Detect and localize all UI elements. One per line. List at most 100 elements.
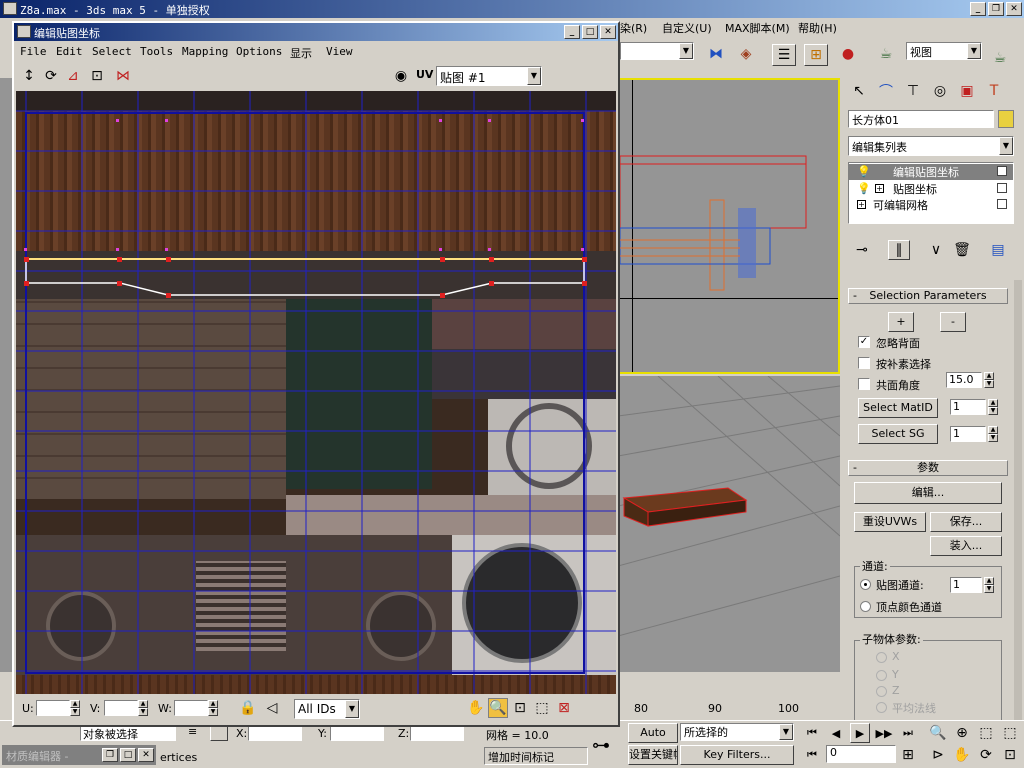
set-key-button[interactable]: 设置关键帧 (628, 745, 678, 765)
grow-selection-button[interactable]: + (888, 312, 914, 332)
zoom-extents-all-icon[interactable]: ⬚ (1000, 723, 1020, 743)
uv-menu-edit[interactable]: Edit (56, 45, 83, 58)
zoom-icon[interactable]: 🔍 (928, 723, 948, 743)
y-radio[interactable] (876, 670, 887, 681)
play-icon[interactable]: ▶ (850, 723, 870, 743)
uv-canvas[interactable] (16, 91, 616, 694)
render-viewport-dropdown[interactable]: 视图 ▼ (906, 42, 982, 60)
configure-sets-icon[interactable]: ▤ (988, 240, 1008, 260)
key-mode-icon[interactable]: ⏮ (802, 745, 822, 765)
checker-icon[interactable]: ◉ (390, 65, 412, 87)
ignore-backface-checkbox[interactable]: ✓ (858, 336, 870, 348)
track-view-icon[interactable]: ☰ (772, 44, 796, 66)
pan-icon[interactable]: ✋ (952, 745, 972, 765)
maximize-button[interactable]: □ (120, 748, 136, 762)
z-coord-input[interactable] (410, 725, 464, 741)
add-time-tag[interactable]: 增加时间标记 (484, 747, 588, 765)
vertex-color-radio[interactable] (860, 601, 871, 612)
modifier-list-dropdown[interactable]: 编辑集列表 ▼ (848, 136, 1014, 156)
goto-start-icon[interactable]: ⏮ (802, 723, 822, 743)
key-filters-button[interactable]: Key Filters... (680, 745, 794, 765)
lock-selection-icon[interactable]: 🔒 (238, 698, 258, 718)
display-tab-icon[interactable]: ▣ (956, 80, 978, 102)
x-radio[interactable] (876, 652, 887, 663)
w-spinner[interactable]: ▲ ▼ (208, 700, 218, 716)
sg-input[interactable]: 1 (950, 426, 986, 442)
uv-menu-view[interactable]: View (326, 45, 353, 58)
stack-item-editable-mesh[interactable]: 可编辑网格 + (849, 197, 1013, 213)
x-coord-input[interactable] (248, 725, 302, 741)
render-scene-icon[interactable]: ☕ (874, 42, 898, 66)
move-icon[interactable]: ↕ (18, 65, 40, 87)
u-spinner[interactable]: ▲ ▼ (70, 700, 80, 716)
material-editor-icon[interactable]: ● (836, 42, 860, 66)
minimize-button[interactable]: _ (564, 25, 580, 39)
expand-icon[interactable]: + (875, 184, 884, 193)
z-radio[interactable] (876, 686, 887, 697)
close-button[interactable]: ✕ (1006, 2, 1022, 16)
uv-menu-file[interactable]: File (20, 45, 47, 58)
planar-angle-spinner[interactable]: ▲ ▼ (984, 372, 994, 388)
reset-uvws-button[interactable]: 重设UVWs (854, 512, 926, 532)
y-coord-input[interactable] (330, 725, 384, 741)
map-dropdown[interactable]: 贴图 #1 ▼ (436, 66, 542, 86)
mirror-icon[interactable]: ⋈ (112, 65, 134, 87)
close-button[interactable]: ✕ (600, 25, 616, 39)
expand-icon[interactable]: + (857, 200, 866, 209)
schematic-view-icon[interactable]: ⊞ (804, 44, 828, 66)
load-button[interactable]: 装入... (930, 536, 1002, 556)
current-frame-input[interactable]: 0 (826, 745, 896, 763)
orbit-icon[interactable]: ⟳ (976, 745, 996, 765)
params-rollout[interactable]: - 参数 (848, 460, 1008, 476)
remove-modifier-icon[interactable]: 🗑 (952, 240, 972, 260)
rotate-icon[interactable]: ⟳ (40, 65, 62, 87)
zoom-region-icon[interactable]: ⊡ (510, 698, 530, 718)
map-channel-input[interactable]: 1 (950, 577, 982, 593)
freeform-icon[interactable]: ⊡ (86, 65, 108, 87)
select-by-element-checkbox[interactable] (858, 357, 870, 369)
fov-icon[interactable]: ⊳ (928, 745, 948, 765)
material-editor-minimized[interactable]: 材质编辑器 - ❐ □ ✕ (2, 745, 156, 765)
stack-item-unwrap[interactable]: 编辑贴图坐标 💡 (849, 164, 1013, 180)
prev-frame-icon[interactable]: ◀ (826, 723, 846, 743)
menu-maxscript[interactable]: MAX脚本(M) (725, 20, 790, 36)
align-icon[interactable]: ◈ (734, 42, 758, 66)
save-button[interactable]: 保存... (930, 512, 1002, 532)
v-input[interactable] (104, 700, 138, 716)
restore-button[interactable]: ❐ (988, 2, 1004, 16)
average-radio[interactable] (876, 702, 887, 713)
absolute-mode-icon[interactable] (210, 725, 228, 741)
key-selection-dropdown[interactable]: 所选择的 ▼ (680, 723, 794, 741)
uv-menu-tools[interactable]: Tools (140, 45, 173, 58)
planar-angle-input[interactable]: 15.0 (946, 372, 982, 388)
uv-menu-display[interactable]: 显示 (290, 45, 312, 61)
v-spinner[interactable]: ▲ ▼ (138, 700, 148, 716)
shrink-selection-button[interactable]: - (940, 312, 966, 332)
select-matid-button[interactable]: Select MatID (858, 398, 938, 418)
minimize-button[interactable]: _ (970, 2, 986, 16)
sg-spinner[interactable]: ▲ ▼ (988, 426, 998, 442)
object-color-swatch[interactable] (998, 110, 1014, 128)
menu-help[interactable]: 帮助(H) (798, 20, 837, 36)
zoom-selected-icon[interactable]: ⊠ (554, 698, 574, 718)
maximize-button[interactable]: □ (582, 25, 598, 39)
auto-key-button[interactable]: Auto Key (628, 723, 678, 757)
uv-menu-options[interactable]: Options (236, 45, 282, 58)
goto-end-icon[interactable]: ⏭ (898, 723, 918, 743)
menu-rendering[interactable]: 染(R) (620, 20, 647, 36)
utilities-tab-icon[interactable]: T (983, 80, 1005, 102)
selection-set-dropdown[interactable]: ▼ (620, 42, 694, 60)
viewport-top[interactable] (618, 78, 840, 374)
viewport-perspective[interactable] (618, 376, 840, 672)
scale-icon[interactable]: ⊿ (62, 65, 84, 87)
motion-tab-icon[interactable]: ◎ (929, 80, 951, 102)
hide-icon[interactable]: ◁ (262, 698, 282, 718)
uv-menu-select[interactable]: Select (92, 45, 132, 58)
hierarchy-tab-icon[interactable]: ⊤ (902, 80, 924, 102)
zoom-icon[interactable]: 🔍 (488, 698, 508, 718)
matid-spinner[interactable]: ▲ ▼ (988, 399, 998, 415)
maximize-viewport-icon[interactable]: ⊡ (1000, 745, 1020, 765)
show-end-result-icon[interactable]: ∥ (888, 240, 910, 260)
zoom-all-icon[interactable]: ⊕ (952, 723, 972, 743)
ids-dropdown[interactable]: All IDs ▼ (294, 699, 360, 719)
